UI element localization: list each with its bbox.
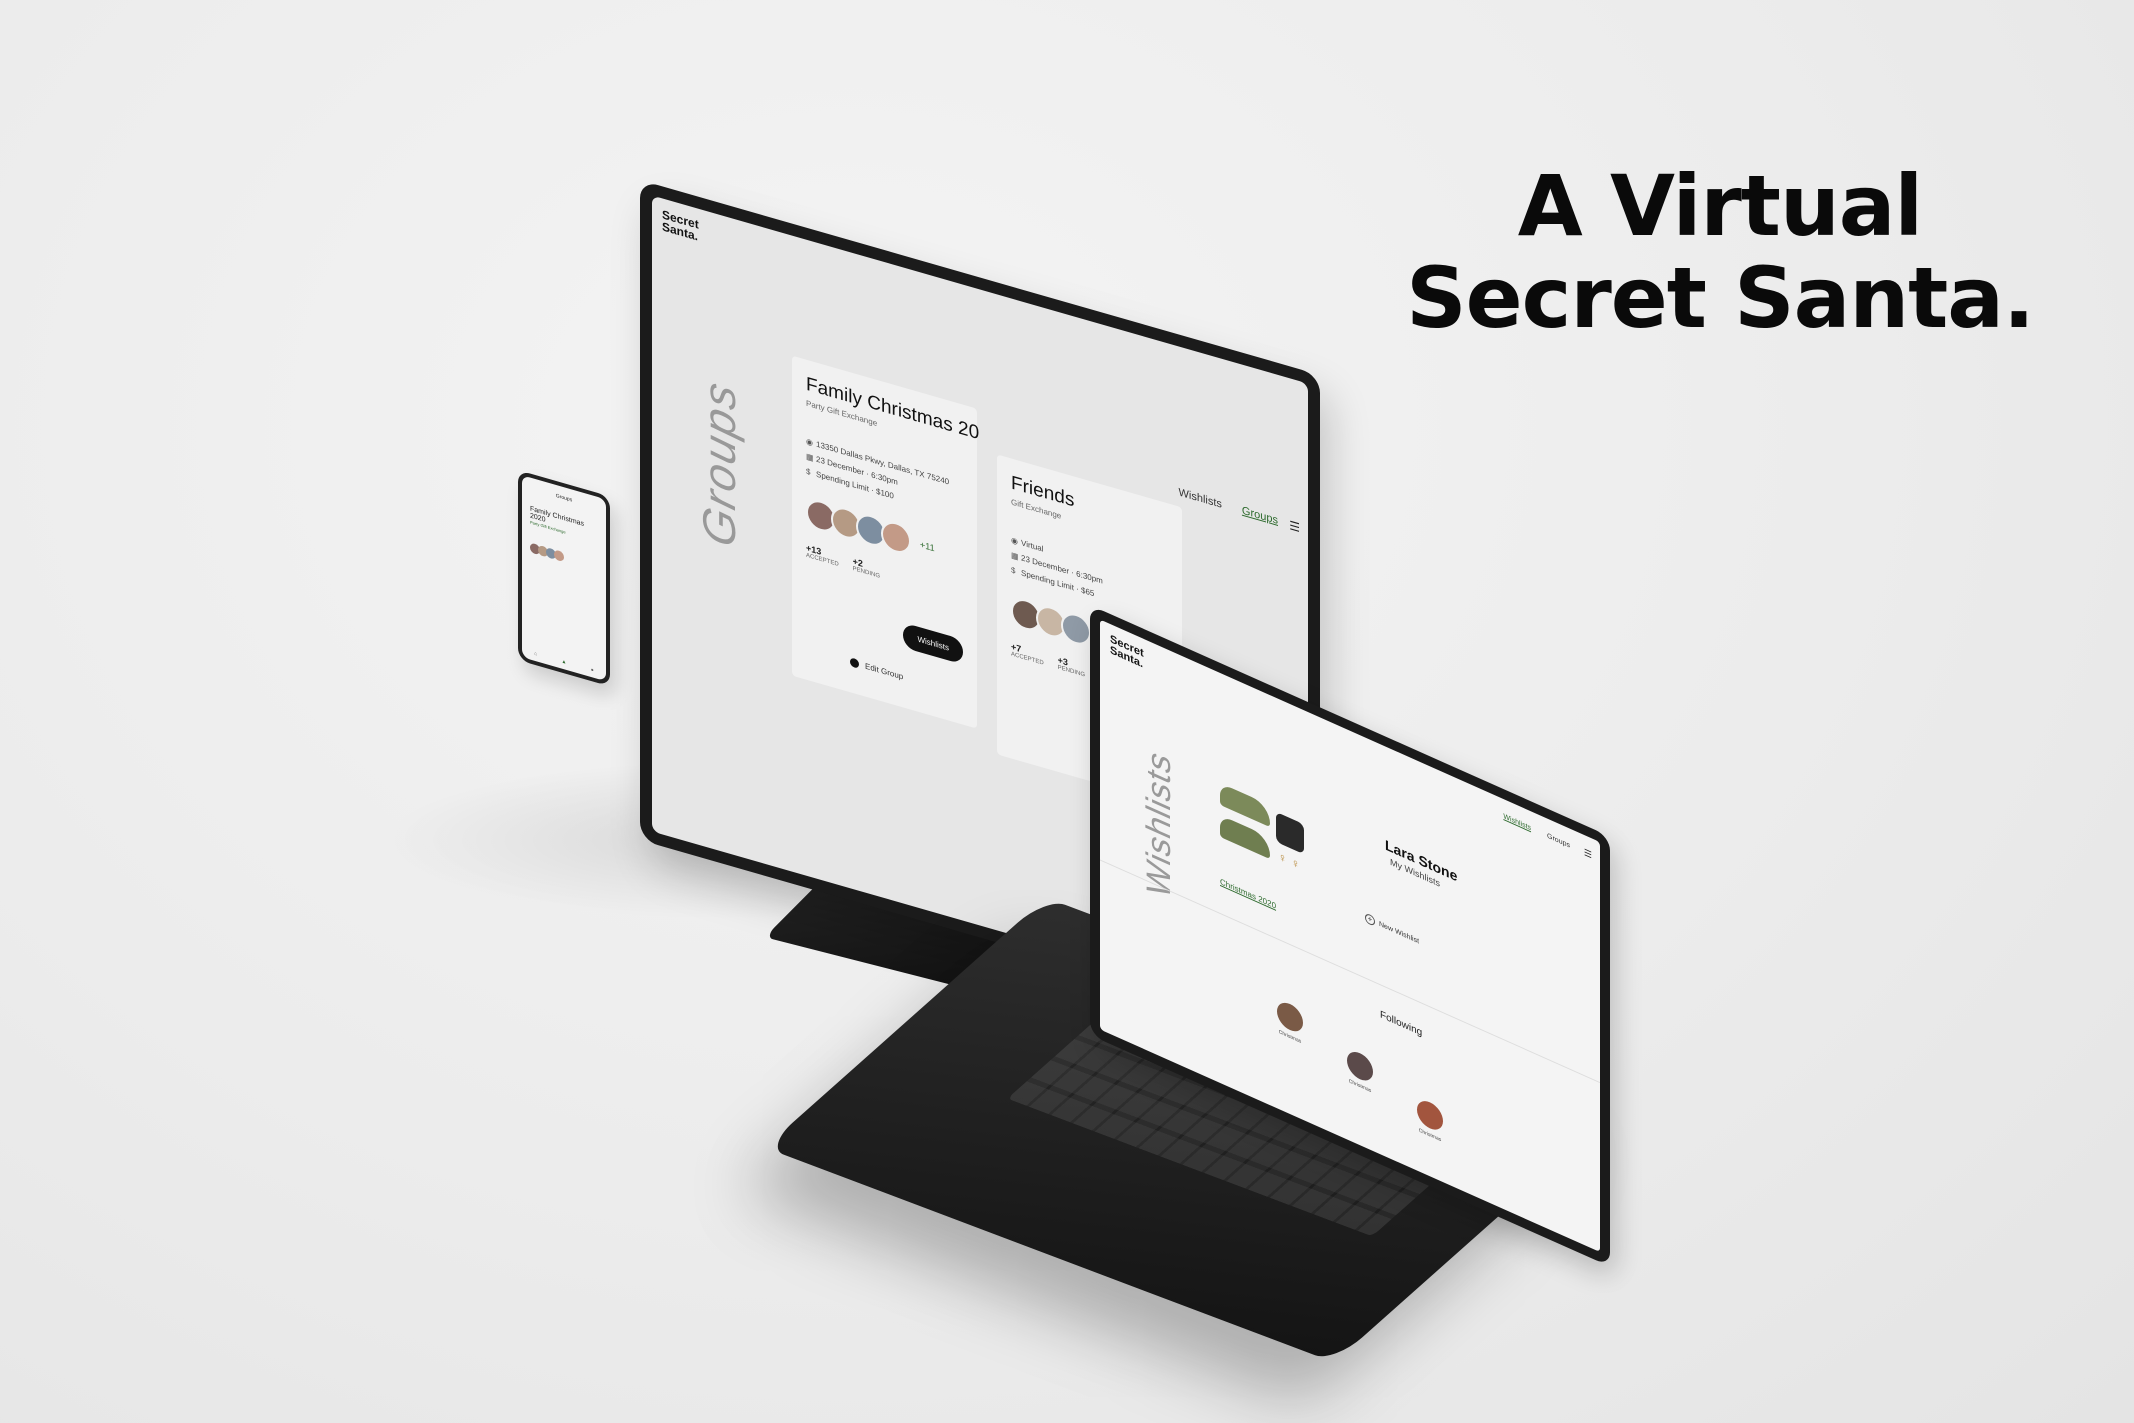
laptop-nav: Wishlists Groups <box>1503 813 1570 850</box>
avatar <box>1061 609 1091 649</box>
dollar-icon: $ <box>1011 565 1016 576</box>
nav-wishlists[interactable]: Wishlists <box>1179 486 1222 510</box>
phone-avatars <box>530 542 598 571</box>
following-user-name: Christmas <box>1418 1127 1442 1144</box>
pending-label: PENDING <box>852 565 881 580</box>
following-user-name: Christmas <box>1348 1078 1372 1095</box>
new-wishlist-button[interactable]: + New Wishlist <box>1365 912 1419 946</box>
edit-group-label: Edit Group <box>865 661 904 682</box>
pending-label: PENDING <box>1057 664 1086 679</box>
following-user[interactable]: Christmas <box>1260 991 1320 1054</box>
home-icon[interactable]: ⌂ <box>534 651 537 658</box>
desktop-nav: Wishlists Groups <box>1179 486 1278 527</box>
new-wishlist-label: New Wishlist <box>1379 920 1420 946</box>
dollar-icon: $ <box>806 466 811 477</box>
following-title: Following <box>1380 1009 1423 1039</box>
edit-icon <box>850 657 859 669</box>
app-logo[interactable]: Secret Santa. <box>1110 633 1160 678</box>
bag-image <box>1276 811 1304 855</box>
avatar <box>881 518 911 557</box>
hamburger-menu-icon[interactable]: ☰ <box>1289 518 1300 535</box>
tree-icon[interactable]: ▲ <box>562 658 567 665</box>
nav-groups[interactable]: Groups <box>1242 505 1278 527</box>
headline: A Virtual Secret Santa. <box>1400 160 2040 344</box>
more-members-count: +11 <box>920 539 935 554</box>
phone-device: Groups Family Christmas 2020 Party Gift … <box>518 470 610 687</box>
nav-groups[interactable]: Groups <box>1547 832 1570 849</box>
edit-group-link[interactable]: Edit Group <box>850 657 903 681</box>
wishlists-button[interactable]: Wishlists <box>903 622 963 665</box>
avatar <box>554 549 564 563</box>
user-icon[interactable]: ● <box>591 667 594 674</box>
phone-screen: Groups Family Christmas 2020 Party Gift … <box>522 475 606 682</box>
spending-value: $65 <box>1081 585 1095 599</box>
plus-icon: + <box>1365 912 1375 927</box>
section-title: Groups <box>693 374 745 553</box>
hamburger-menu-icon[interactable]: ☰ <box>1584 847 1592 862</box>
headline-line-2: Secret Santa. <box>1406 249 2035 347</box>
following-user[interactable]: Christmas <box>1400 1089 1460 1152</box>
nav-wishlists[interactable]: Wishlists <box>1503 813 1531 832</box>
spending-value: $100 <box>876 486 894 501</box>
group-card-family[interactable]: Family Christmas 20 Party Gift Exchange … <box>792 355 979 729</box>
phone-group-card[interactable]: Family Christmas 2020 Party Gift Exchang… <box>530 505 598 571</box>
phone-tab-bar: ⌂ ▲ ● <box>522 647 606 677</box>
app-logo[interactable]: Secret Santa. <box>662 207 712 246</box>
following-user[interactable]: Christmas <box>1330 1040 1390 1103</box>
accepted-label: ACCEPTED <box>806 552 839 568</box>
headline-line-1: A Virtual <box>1517 157 1923 255</box>
following-user-name: Christmas <box>1278 1029 1302 1046</box>
accepted-label: ACCEPTED <box>1011 651 1044 667</box>
